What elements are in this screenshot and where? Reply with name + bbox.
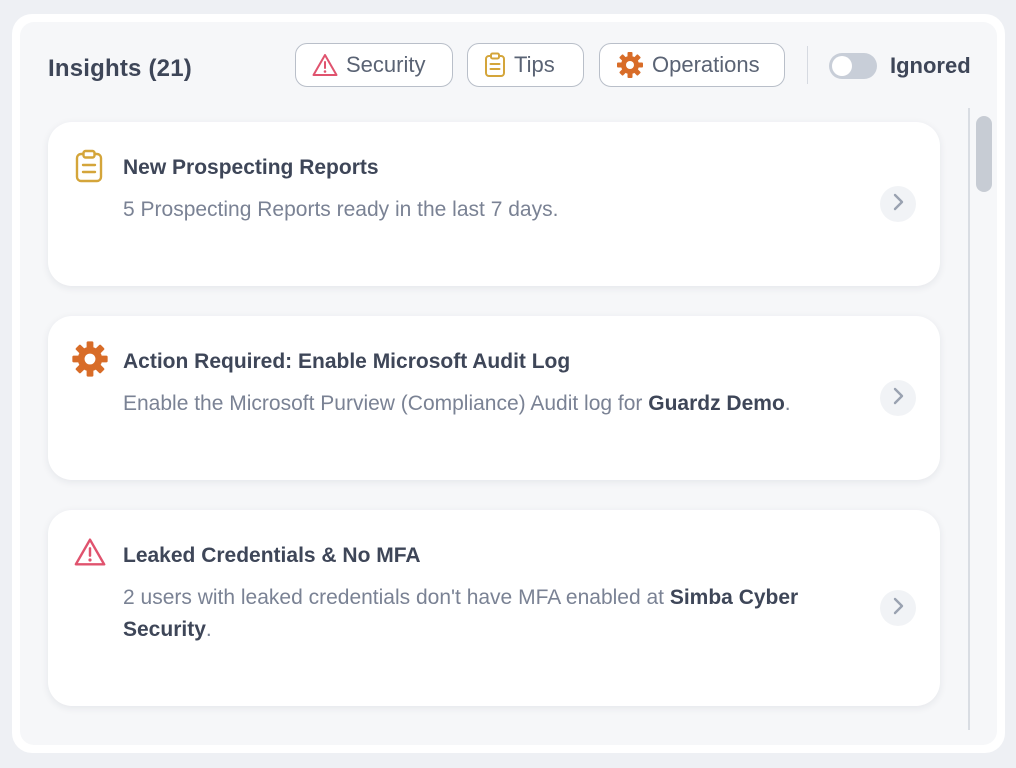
insights-header: Insights (21) Security Tips Operations I… [20, 22, 997, 114]
insight-card-description: 2 users with leaked credentials don't ha… [123, 582, 863, 646]
insight-card-prospecting-reports[interactable]: New Prospecting Reports 5 Prospecting Re… [48, 122, 940, 286]
insight-card-description: Enable the Microsoft Purview (Compliance… [123, 388, 863, 420]
gear-icon [71, 340, 109, 383]
scrollbar-track[interactable] [968, 108, 970, 730]
filter-security-label: Security [346, 52, 426, 77]
ignored-toggle[interactable] [829, 53, 877, 79]
warning-triangle-icon [312, 53, 338, 77]
gear-icon [616, 51, 644, 79]
ignored-toggle-label: Ignored [890, 53, 971, 78]
chevron-right-icon [891, 597, 905, 620]
organization-name: Guardz Demo [648, 392, 785, 415]
open-insight-button[interactable] [880, 186, 916, 222]
filter-tips-button[interactable]: Tips [467, 43, 584, 87]
insight-card-title: New Prospecting Reports [123, 156, 379, 179]
header-divider [807, 46, 808, 84]
clipboard-icon [74, 149, 104, 188]
insight-card-leaked-credentials[interactable]: Leaked Credentials & No MFA 2 users with… [48, 510, 940, 706]
insight-card-title: Action Required: Enable Microsoft Audit … [123, 350, 571, 373]
chevron-right-icon [891, 193, 905, 216]
warning-triangle-icon [74, 537, 106, 572]
open-insight-button[interactable] [880, 590, 916, 626]
open-insight-button[interactable] [880, 380, 916, 416]
description-text: Enable the Microsoft Purview (Compliance… [123, 392, 649, 415]
filter-operations-button[interactable]: Operations [599, 43, 785, 87]
clipboard-icon [484, 52, 506, 78]
insight-card-title: Leaked Credentials & No MFA [123, 544, 421, 567]
filter-tips-label: Tips [514, 52, 555, 77]
description-text-end: . [205, 618, 212, 641]
insight-card-description: 5 Prospecting Reports ready in the last … [123, 194, 863, 226]
chevron-right-icon [891, 387, 905, 410]
filter-operations-label: Operations [652, 52, 760, 77]
filter-security-button[interactable]: Security [295, 43, 453, 87]
toggle-knob [832, 56, 852, 76]
description-text: 2 users with leaked credentials don't ha… [123, 586, 670, 609]
insights-panel: Insights (21) Security Tips Operations I… [12, 14, 1005, 753]
scrollbar-thumb[interactable] [976, 116, 992, 192]
description-text-end: . [784, 392, 791, 415]
insight-card-audit-log[interactable]: Action Required: Enable Microsoft Audit … [48, 316, 940, 480]
page-title: Insights (21) [48, 55, 192, 82]
description-text: 5 Prospecting Reports ready in the last … [123, 198, 559, 221]
insights-panel-body: Insights (21) Security Tips Operations I… [20, 22, 997, 745]
